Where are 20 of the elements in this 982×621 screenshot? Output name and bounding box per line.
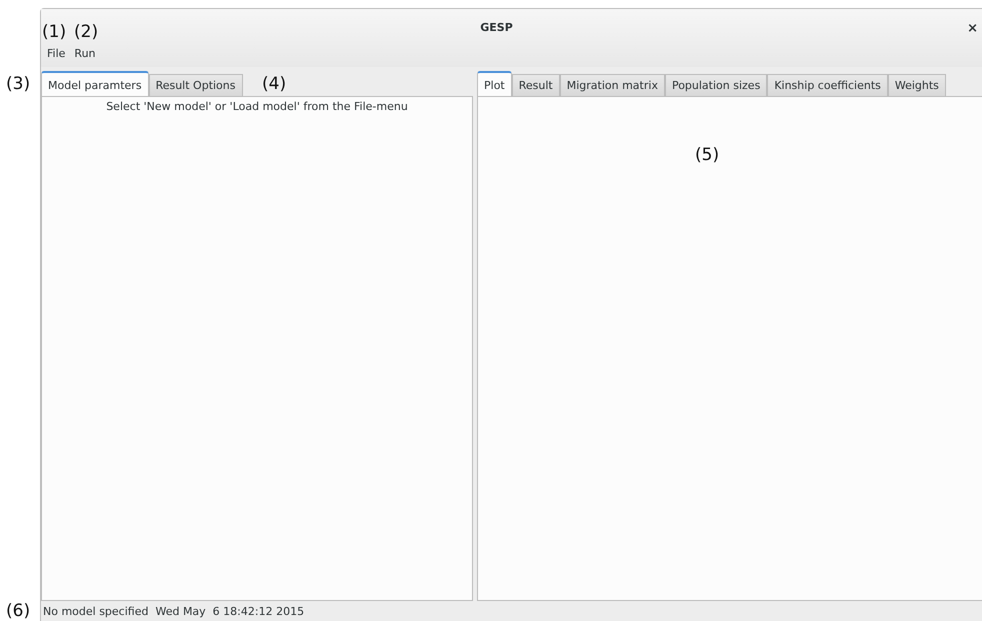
hint-text: Select 'New model' or 'Load model' from the File-menu [105, 99, 409, 113]
menu-item[interactable]: File [47, 47, 66, 67]
tab[interactable]: Plot [477, 71, 512, 96]
callout-number: (3) [6, 74, 30, 94]
status-text: No model specified Wed May 6 18:42:12 2015 [42, 604, 306, 620]
callout-number: (4) [262, 74, 286, 94]
tab[interactable]: Population sizes [664, 74, 768, 96]
tab[interactable]: Result Options [148, 74, 242, 96]
tab[interactable]: Kinship coefficients [767, 74, 888, 96]
window-title: GESP [480, 20, 514, 34]
tab[interactable]: Result [512, 74, 560, 96]
tab[interactable]: Weights [888, 74, 946, 96]
callout-number: (6) [6, 601, 30, 621]
tab[interactable]: Model paramters [41, 71, 149, 96]
callout-number: (5) [695, 145, 720, 165]
close-button[interactable]: × [967, 21, 978, 36]
callout-number: (2) [74, 22, 98, 42]
menu-item[interactable]: Run [74, 47, 96, 67]
callout-number: (1) [42, 22, 66, 42]
tab[interactable]: Migration matrix [560, 74, 665, 96]
